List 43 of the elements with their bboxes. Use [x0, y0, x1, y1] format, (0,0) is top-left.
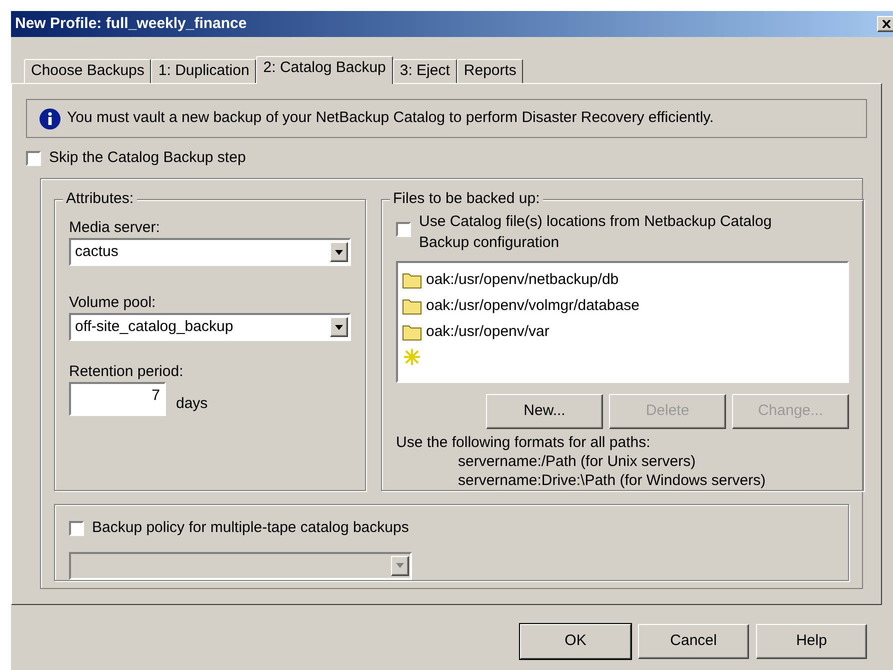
dialog-button[interactable]: OK: [520, 624, 631, 659]
file-path[interactable]: oak:/usr/openv/netbackup/db: [426, 268, 619, 292]
dialog-button[interactable]: Help: [756, 624, 867, 659]
format-example: servername:Drive:\Path (for Windows servers): [457, 471, 767, 490]
folder-icon: [402, 271, 422, 289]
dropdown-field[interactable]: off-site_catalog_backup: [69, 313, 351, 341]
dropdown-value: cactus: [74, 242, 118, 262]
tab[interactable]: Choose Backups: [24, 59, 152, 83]
checkbox-label: Skip the Catalog Backup step: [49, 148, 246, 168]
format-example: servername:/Path (for Unix servers): [457, 452, 697, 471]
checkbox[interactable]: [396, 222, 411, 237]
info-message: You must vault a new backup of your NetBackup Catalog to perform Disaster Recovery efficiently.: [67, 108, 714, 128]
unit-label: days: [176, 394, 208, 414]
dropdown-value: off-site_catalog_backup: [74, 316, 234, 337]
file-list[interactable]: oak:/usr/openv/netbackup/db oak:/usr/openv/volmgr/database oak:/usr/openv/var: [396, 261, 849, 383]
info-icon: [39, 108, 61, 130]
dropdown-field[interactable]: cactus: [69, 238, 351, 266]
window-title: New Profile: full_weekly_finance: [15, 14, 247, 34]
tab[interactable]: 2: Catalog Backup: [256, 56, 393, 84]
caret-icon: [335, 250, 343, 254]
caret-icon: [335, 324, 343, 330]
tab[interactable]: Reports: [456, 59, 524, 83]
dropdown-arrow-button[interactable]: [330, 317, 348, 337]
close-icon[interactable]: [877, 16, 893, 32]
dropdown-arrow-button[interactable]: [330, 242, 348, 262]
caret-icon: [396, 563, 404, 568]
field-label: Volume pool:: [69, 293, 157, 313]
dialog-button[interactable]: Cancel: [638, 624, 749, 659]
tab[interactable]: 3: Eject: [392, 59, 457, 83]
retention-input[interactable]: 7: [69, 382, 166, 416]
tab[interactable]: 1: Duplication: [151, 59, 256, 83]
folder-icon: [402, 297, 422, 315]
field-label: Media server:: [69, 218, 161, 238]
checkbox-label: Backup policy for multiple-tape catalog backups: [92, 518, 409, 538]
file-path[interactable]: oak:/usr/openv/var: [426, 320, 550, 344]
list-button[interactable]: New...: [486, 394, 603, 429]
field-label: Retention period:: [69, 362, 184, 382]
format-hint: Use the following formats for all paths:: [396, 433, 652, 452]
group-title: Files to be backed up:: [390, 190, 543, 208]
folder-icon: [402, 323, 422, 341]
checkbox[interactable]: [26, 150, 41, 166]
file-path[interactable]: oak:/usr/openv/volmgr/database: [426, 294, 640, 318]
checkbox-label: Use Catalog file(s) locations from Netbackup Catalog Backup configuration: [419, 212, 773, 253]
